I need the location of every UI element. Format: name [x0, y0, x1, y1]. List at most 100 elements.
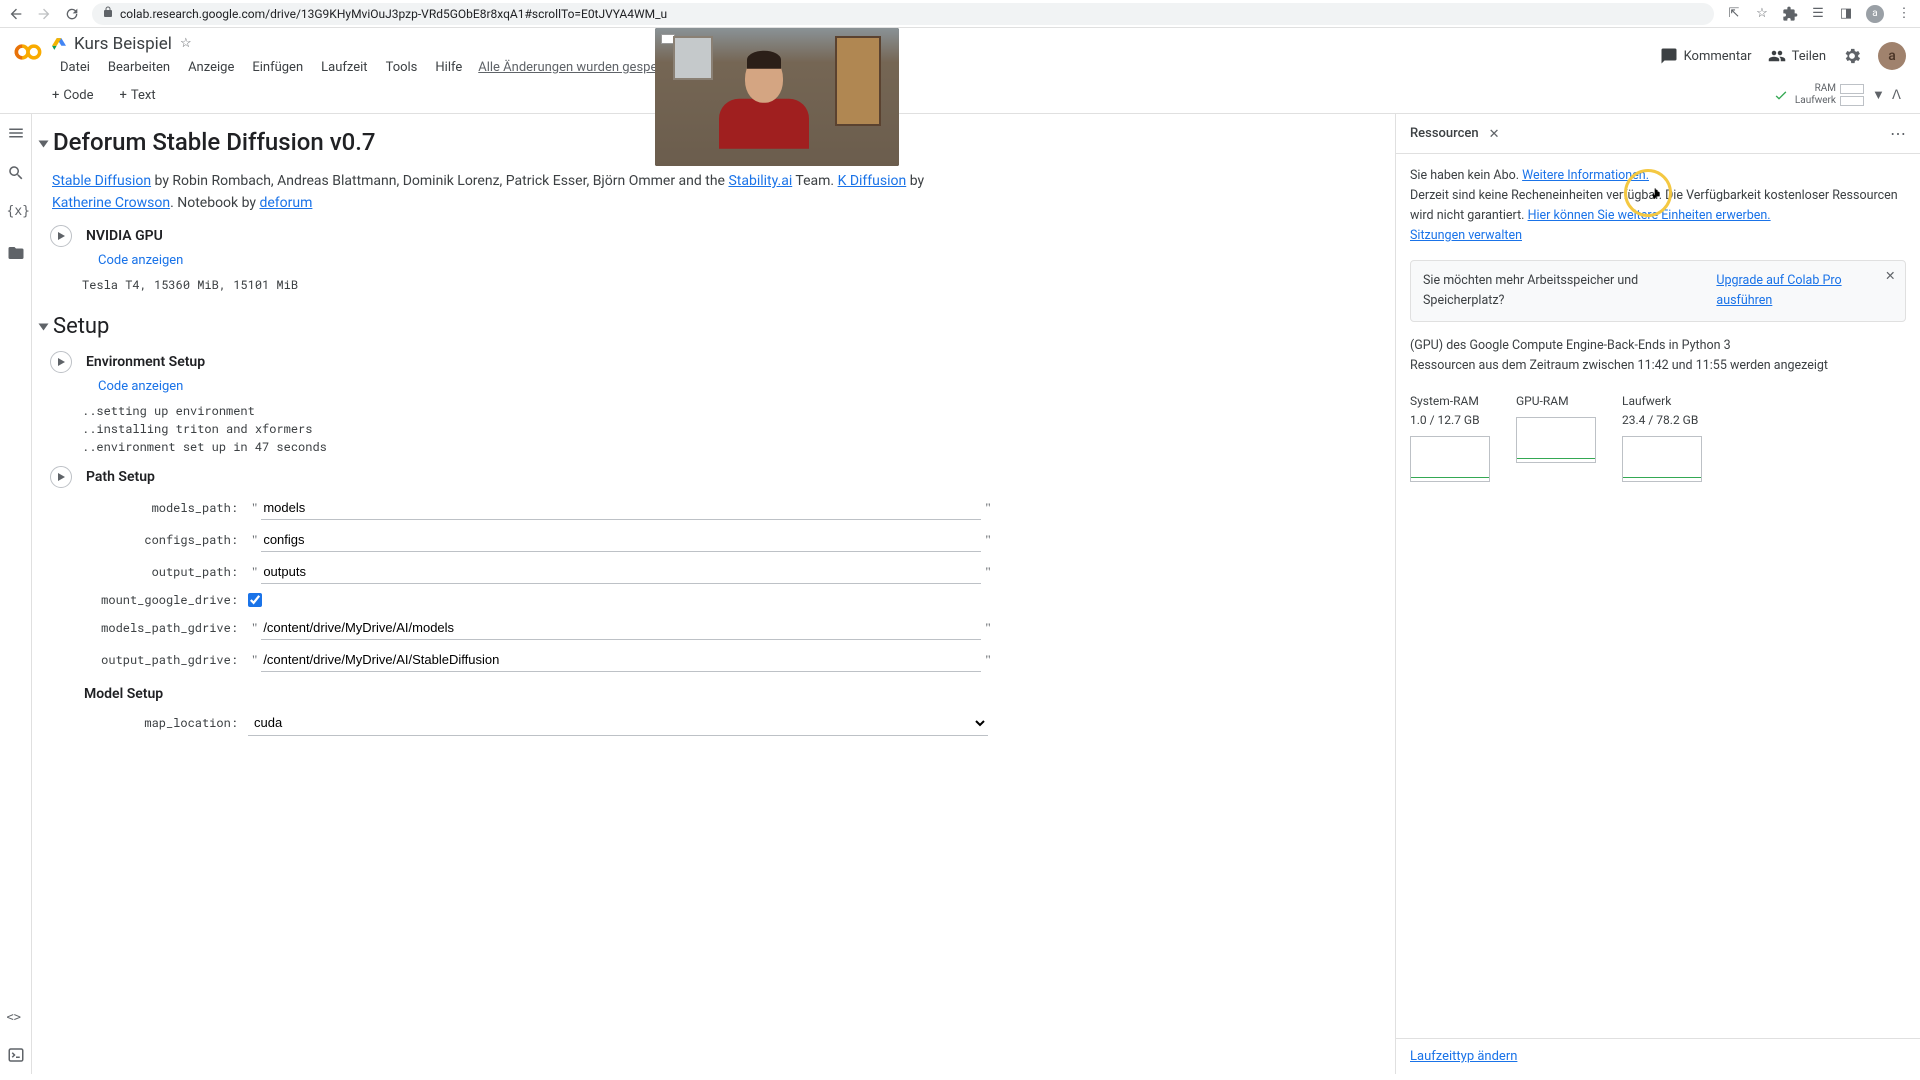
comment-label: Kommentar	[1684, 49, 1752, 64]
system-ram-graph	[1410, 436, 1490, 482]
env-setup-cell: Environment Setup Code anzeigen ..settin…	[40, 351, 1387, 456]
cell-title: Environment Setup	[86, 354, 205, 370]
toolbar: + Code + Text RAM Laufwerk ▼ ᐱ	[0, 79, 1920, 114]
code-snippets-icon[interactable]: <>	[7, 1010, 25, 1028]
map-location-row: map_location: cuda	[98, 710, 1387, 736]
panel-more-icon[interactable]: ⋯	[1890, 124, 1906, 143]
search-icon[interactable]	[7, 164, 25, 182]
mount-gdrive-checkbox[interactable]	[248, 593, 262, 607]
share-label: Teilen	[1792, 49, 1826, 64]
models-path-gdrive-input[interactable]	[261, 616, 981, 640]
map-location-select[interactable]: cuda	[248, 710, 988, 736]
gpu-cell: NVIDIA GPU Code anzeigen Tesla T4, 15360…	[40, 225, 1387, 294]
url-text: colab.research.google.com/drive/13G9KHyM…	[120, 7, 667, 21]
run-cell-button[interactable]	[50, 466, 72, 488]
webcam-overlay[interactable]	[655, 28, 899, 166]
colab-header: Kurs Beispiel ☆ Datei Bearbeiten Anzeige…	[0, 28, 1920, 79]
runtime-status[interactable]: RAM Laufwerk	[1773, 83, 1864, 107]
comment-button[interactable]: Kommentar	[1660, 47, 1752, 65]
drive-icon	[52, 37, 66, 51]
files-icon[interactable]	[7, 244, 25, 262]
panel-title: Ressourcen	[1410, 126, 1479, 141]
runtime-dropdown-icon[interactable]: ▼	[1872, 87, 1884, 103]
url-bar[interactable]: colab.research.google.com/drive/13G9KHyM…	[92, 3, 1714, 25]
section-toggle-icon[interactable]	[39, 140, 49, 147]
output-path-input[interactable]	[261, 560, 981, 584]
browser-menu-icon[interactable]: ⋮	[1896, 6, 1912, 22]
user-avatar[interactable]: a	[1878, 42, 1906, 70]
reading-list-icon[interactable]: ☰	[1810, 6, 1826, 22]
deforum-link[interactable]: deforum	[259, 195, 312, 211]
extensions-icon[interactable]	[1782, 6, 1798, 22]
collapse-header-icon[interactable]: ᐱ	[1892, 88, 1906, 103]
models-path-row: models_path: " "	[98, 496, 1387, 520]
add-text-button[interactable]: + Text	[110, 84, 166, 107]
ram-mini-graph	[1840, 84, 1864, 94]
configs-path-input[interactable]	[261, 528, 981, 552]
gpu-ram-graph	[1516, 417, 1596, 463]
bookmark-star-icon[interactable]: ☆	[1754, 6, 1770, 22]
gpu-ram-card: GPU-RAM	[1516, 392, 1600, 482]
upgrade-link[interactable]: Upgrade auf Colab Pro ausführen	[1716, 271, 1893, 311]
cell-title: NVIDIA GPU	[86, 228, 163, 244]
terminal-icon[interactable]	[7, 1046, 25, 1064]
timerange-text: Ressourcen aus dem Zeitraum zwischen 11:…	[1410, 356, 1906, 376]
manage-sessions-link[interactable]: Sitzungen verwalten	[1410, 228, 1522, 243]
menu-datei[interactable]: Datei	[52, 56, 98, 79]
disk-mini-graph	[1840, 96, 1864, 106]
side-panel-icon[interactable]: ◨	[1838, 6, 1854, 22]
show-code-link[interactable]: Code anzeigen	[98, 379, 1387, 394]
forward-icon[interactable]	[36, 6, 52, 22]
configs-path-row: configs_path: " "	[98, 528, 1387, 552]
model-setup-heading: Model Setup	[84, 686, 1387, 702]
cell-title: Path Setup	[86, 469, 155, 485]
output-path-gdrive-row: output_path_gdrive: " "	[98, 648, 1387, 672]
buy-units-link[interactable]: Hier können Sie weitere Einheiten erwerb…	[1528, 208, 1771, 223]
toc-icon[interactable]	[7, 124, 25, 142]
show-code-link[interactable]: Code anzeigen	[98, 253, 1387, 268]
menu-bearbeiten[interactable]: Bearbeiten	[100, 56, 178, 79]
katherine-link[interactable]: Katherine Crowson	[52, 195, 170, 211]
star-icon[interactable]: ☆	[180, 36, 196, 52]
variables-icon[interactable]: {x}	[7, 204, 25, 222]
section-toggle-icon[interactable]	[39, 323, 49, 330]
backend-text: (GPU) des Google Compute Engine-Back-End…	[1410, 336, 1906, 356]
run-cell-button[interactable]	[50, 225, 72, 247]
stability-link[interactable]: Stability.ai	[728, 173, 792, 189]
gear-icon[interactable]	[1842, 46, 1862, 66]
output-path-gdrive-input[interactable]	[261, 648, 981, 672]
menu-anzeige[interactable]: Anzeige	[180, 56, 242, 79]
change-runtime-link[interactable]: Laufzeittyp ändern	[1410, 1049, 1517, 1064]
close-icon[interactable]: ✕	[1885, 267, 1897, 287]
disk-label: Laufwerk	[1795, 95, 1836, 107]
intro-text: Stable Diffusion by Robin Rombach, Andre…	[40, 170, 1387, 215]
setup-heading: Setup	[40, 314, 1387, 339]
menu-hilfe[interactable]: Hilfe	[427, 56, 470, 79]
notebook-title[interactable]: Kurs Beispiel	[74, 34, 172, 54]
kdiffusion-link[interactable]: K Diffusion	[838, 173, 907, 189]
back-icon[interactable]	[8, 6, 24, 22]
models-path-gdrive-row: models_path_gdrive: " "	[98, 616, 1387, 640]
menu-laufzeit[interactable]: Laufzeit	[313, 56, 375, 79]
system-ram-card: System-RAM 1.0 / 12.7 GB	[1410, 392, 1494, 482]
models-path-input[interactable]	[261, 496, 981, 520]
disk-graph	[1622, 436, 1702, 482]
more-info-link[interactable]: Weitere Informationen.	[1522, 168, 1649, 183]
check-icon	[1773, 87, 1789, 103]
upsell-text: Sie möchten mehr Arbeitsspeicher und Spe…	[1423, 271, 1710, 311]
reload-icon[interactable]	[64, 6, 80, 22]
stable-diffusion-link[interactable]: Stable Diffusion	[52, 173, 151, 189]
run-cell-button[interactable]	[50, 351, 72, 373]
close-icon[interactable]: ✕	[1489, 127, 1503, 141]
share-screen-icon[interactable]: ⇱	[1726, 6, 1742, 22]
disk-card: Laufwerk 23.4 / 78.2 GB	[1622, 392, 1706, 482]
add-code-button[interactable]: + Code	[42, 84, 104, 107]
colab-logo-icon[interactable]	[14, 38, 42, 66]
browser-chrome: colab.research.google.com/drive/13G9KHyM…	[0, 0, 1920, 28]
menu-tools[interactable]: Tools	[378, 56, 426, 79]
upsell-box: ✕ Sie möchten mehr Arbeitsspeicher und S…	[1410, 260, 1906, 322]
browser-avatar[interactable]: a	[1866, 5, 1884, 23]
share-button[interactable]: Teilen	[1768, 47, 1826, 65]
lock-icon	[102, 6, 120, 21]
menu-einfuegen[interactable]: Einfügen	[244, 56, 311, 79]
